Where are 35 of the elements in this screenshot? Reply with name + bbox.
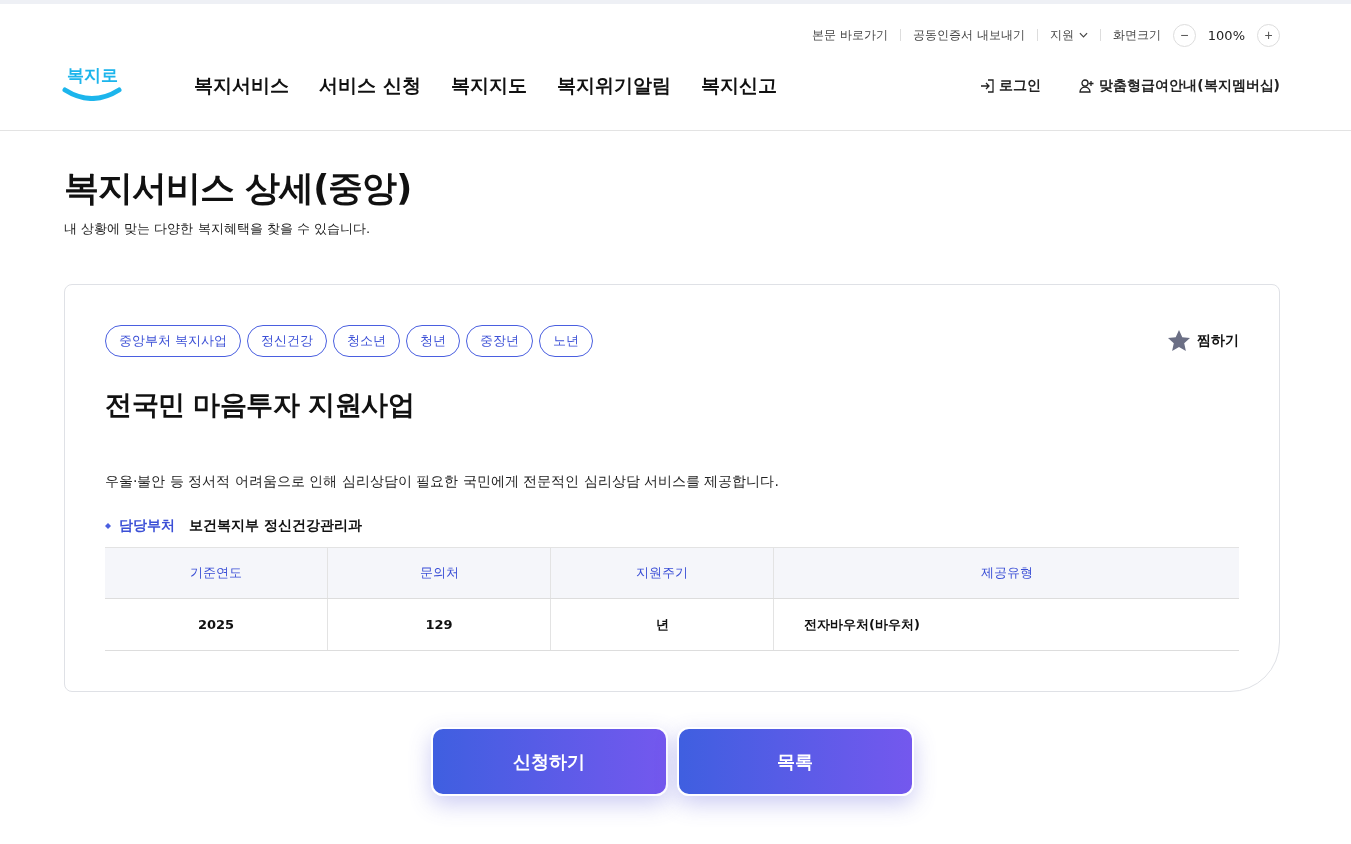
nav-item[interactable]: 복지서비스 xyxy=(194,73,289,99)
table-cell: 년 xyxy=(550,598,774,651)
login-link[interactable]: 로그인 xyxy=(979,77,1042,95)
zoom-out-button[interactable]: − xyxy=(1172,23,1196,47)
action-button[interactable]: 신청하기 xyxy=(430,727,668,796)
diamond-bullet-icon xyxy=(105,523,111,529)
service-title: 전국민 마음투자 지원사업 xyxy=(105,388,416,422)
utility-link[interactable]: 본문 바로가기 xyxy=(812,26,888,44)
zoom-value: 100% xyxy=(1207,27,1245,43)
service-description: 우울·불안 등 정서적 어려움으로 인해 심리상담이 필요한 국민에게 전문적인 심리상담 서비스를 제공합니다. xyxy=(105,473,780,491)
nav-item[interactable]: 복지지도 xyxy=(450,73,527,99)
table-cell: 129 xyxy=(327,598,551,651)
table-cell: 2025 xyxy=(105,598,328,651)
action-button[interactable]: 목록 xyxy=(676,727,914,796)
favorite-button[interactable]: 찜하기 xyxy=(1167,329,1239,353)
column-header: 지원주기 xyxy=(550,547,774,599)
department-value: 보건복지부 정신건강관리과 xyxy=(189,517,362,535)
user-add-icon xyxy=(1079,78,1096,94)
nav-item[interactable]: 복지신고 xyxy=(700,73,777,99)
column-header: 기준연도 xyxy=(105,547,328,599)
chevron-down-icon xyxy=(1078,32,1088,38)
zoom-label: 화면크기 xyxy=(1112,26,1161,44)
table-cell: 전자바우처(바우처) xyxy=(773,598,1239,651)
utility-link[interactable]: 공동인증서 내보내기 xyxy=(913,26,1025,44)
nav-item[interactable]: 서비스 신청 xyxy=(319,73,421,99)
support-menu[interactable]: 지원 xyxy=(1049,26,1088,44)
page-title: 복지서비스 상세(중앙) xyxy=(64,167,413,210)
login-icon xyxy=(979,78,996,94)
zoom-in-button[interactable]: + xyxy=(1257,23,1280,47)
nav-item[interactable]: 복지위기알림 xyxy=(556,73,671,99)
column-header: 제공유형 xyxy=(773,547,1239,599)
department-label: 담당부처 xyxy=(119,517,175,535)
column-header: 문의처 xyxy=(327,547,551,599)
membership-link[interactable]: 맞춤형급여안내(복지멤버십) xyxy=(1079,77,1280,95)
page-subtitle: 내 상황에 맞는 다양한 복지혜택을 찾을 수 있습니다. xyxy=(64,220,372,238)
